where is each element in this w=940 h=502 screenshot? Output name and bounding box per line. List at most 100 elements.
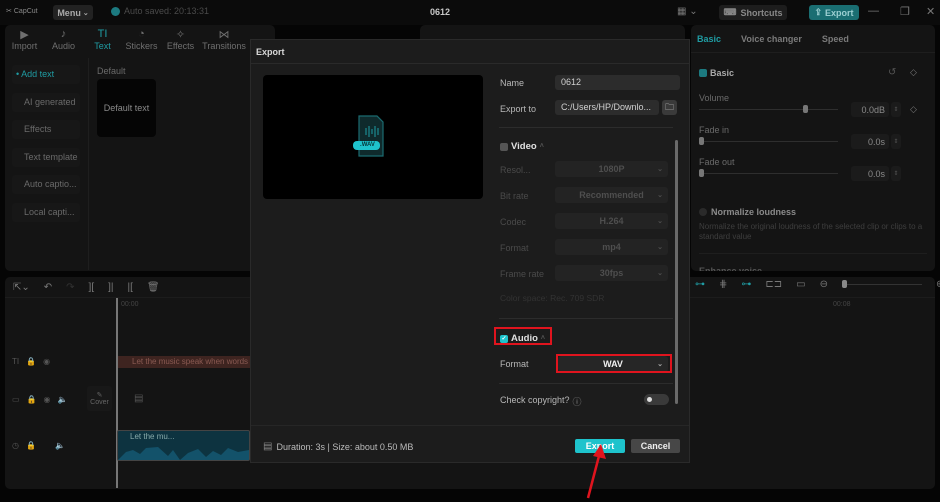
fade-out-slider-track[interactable] [699, 173, 838, 174]
split-right-icon[interactable]: |[ [128, 282, 133, 293]
check-circle-icon [111, 6, 120, 16]
upload-icon: ⇪ [814, 7, 823, 17]
checkbox-checked-icon [699, 69, 707, 77]
tab-audio[interactable]: ♪ Audio [44, 25, 83, 58]
linkage-icon[interactable]: ⊶ [741, 279, 751, 290]
minimize-icon[interactable]: — [868, 5, 879, 17]
fade-in-slider-knob[interactable] [699, 137, 704, 145]
help-icon[interactable]: ⓘ [573, 395, 582, 408]
fade-in-slider-track[interactable] [699, 141, 838, 142]
shortcuts-button[interactable]: ⌨ Shortcuts [719, 5, 787, 20]
video-section-toggle[interactable]: Video ˄ [500, 141, 544, 152]
menu-button[interactable]: Menu ⌄ [53, 5, 93, 20]
zoom-slider-knob[interactable] [842, 280, 847, 288]
codec-select[interactable]: H.264 ⌄ [555, 213, 668, 229]
volume-value[interactable]: 0.0dB [851, 102, 889, 117]
sidebar-item-local-captions[interactable]: Local capti... [12, 202, 80, 222]
mute-icon[interactable]: 🔈 [55, 441, 65, 450]
dialog-divider [499, 383, 673, 384]
tab-text[interactable]: TI Text [83, 25, 122, 58]
volume-label: Volume [699, 93, 730, 103]
link-clips-icon[interactable]: ⊶ [695, 279, 705, 290]
enhance-voice-label[interactable]: Enhance voice [699, 266, 762, 271]
title-bar: ✂ CapCut Menu ⌄ Auto saved: 20:13:31 0612 … [0, 0, 940, 25]
tab-speed[interactable]: Speed [822, 34, 849, 44]
restore-icon[interactable]: ❐ [900, 5, 910, 18]
export-path-input[interactable]: C:/Users/HP/Downlo... [555, 100, 659, 115]
normalize-loudness-toggle[interactable]: Normalize loudness [699, 207, 796, 217]
text-clip[interactable]: Let the music speak when words [118, 356, 250, 368]
eye-icon[interactable]: ◉ [44, 395, 51, 404]
bitrate-select[interactable]: Recommended ⌄ [555, 187, 668, 203]
delete-icon[interactable]: 🗑 [147, 282, 160, 293]
sidebar-item-ai-generated[interactable]: AI generated [12, 92, 80, 112]
cancel-button[interactable]: Cancel [631, 439, 680, 453]
fade-in-stepper[interactable]: ⇕ [891, 134, 901, 149]
zoom-in-icon[interactable]: ⊕ [936, 279, 940, 290]
checkbox-unchecked-icon [699, 208, 707, 216]
sidebar-item-effects[interactable]: Effects [12, 120, 80, 139]
tab-stickers[interactable]: ◔ Stickers [122, 25, 161, 58]
volume-keyframe-icon[interactable]: ◇ [910, 104, 917, 115]
sidebar-item-auto-captions[interactable]: Auto captio... [12, 175, 80, 194]
fade-out-stepper[interactable]: ⇕ [891, 166, 901, 181]
lock-icon[interactable]: 🔒 [26, 357, 36, 366]
preview-axis-icon[interactable]: ▭ [796, 279, 805, 290]
tab-import[interactable]: ▶ Import [5, 25, 44, 58]
lock-icon[interactable]: 🔒 [26, 441, 36, 450]
dialog-scrollbar[interactable] [675, 140, 678, 404]
resolution-select[interactable]: 1080P ⌄ [555, 161, 668, 177]
fade-out-slider-knob[interactable] [699, 169, 704, 177]
select-cursor-icon[interactable]: ⇱⌄ [13, 282, 30, 293]
volume-stepper[interactable]: ⇕ [891, 102, 901, 117]
cover-button[interactable]: ✎ Cover [87, 386, 112, 411]
fade-in-label: Fade in [699, 125, 730, 135]
zoom-slider[interactable] [842, 280, 922, 288]
split-left-icon[interactable]: ]| [108, 282, 113, 293]
copyright-toggle[interactable] [644, 394, 669, 405]
text-sidebar: • Add text AI generated Effects Text tem… [12, 65, 80, 230]
close-icon[interactable]: ✕ [926, 5, 935, 18]
snap-icon[interactable]: ⋕ [719, 279, 727, 290]
lock-icon[interactable]: 🔒 [27, 395, 37, 404]
tab-voice-changer[interactable]: Voice changer [741, 34, 802, 44]
dialog-title: Export [251, 40, 689, 64]
volume-slider-track[interactable] [699, 109, 838, 110]
reset-icon[interactable]: ↺ [888, 67, 896, 78]
section-divider [699, 253, 927, 254]
audio-track-controls: ◷ 🔒 🔈 [12, 441, 65, 450]
name-input[interactable]: 0612 [555, 75, 680, 90]
export-top-button[interactable]: ⇪ Export [809, 5, 859, 20]
tab-basic[interactable]: Basic [697, 34, 721, 44]
redo-icon[interactable]: ↷ [66, 282, 74, 293]
fade-out-value[interactable]: 0.0s [851, 166, 889, 181]
video-checkbox[interactable] [500, 142, 508, 151]
export-dialog: Export .WAV Name 0612 Export to C:/Users… [250, 39, 690, 463]
fade-in-value[interactable]: 0.0s [851, 134, 889, 149]
export-to-label: Export to [500, 104, 537, 114]
keyframe-icon[interactable]: ◇ [910, 67, 917, 78]
eye-icon[interactable]: ◉ [43, 357, 50, 366]
sidebar-item-text-template[interactable]: Text template [12, 147, 80, 167]
audio-clip[interactable]: Let the mu... [117, 430, 250, 461]
name-label: Name [500, 78, 525, 88]
film-icon: ▤ [134, 393, 144, 404]
undo-icon[interactable]: ↶ [44, 282, 52, 293]
video-format-select[interactable]: mp4 ⌄ [555, 239, 668, 255]
split-icon[interactable]: ][ [89, 282, 95, 293]
default-text-card[interactable]: Default text [97, 79, 156, 137]
basic-section-header[interactable]: Basic [699, 68, 734, 78]
sidebar-item-add-text[interactable]: • Add text [12, 65, 80, 84]
tab-transitions[interactable]: ⋈ Transitions [200, 25, 248, 58]
volume-slider-knob[interactable] [803, 105, 809, 113]
mute-icon[interactable]: 🔈 [58, 395, 68, 404]
framerate-select[interactable]: 30fps ⌄ [555, 265, 668, 281]
chevron-down-icon: ⌄ [657, 218, 663, 225]
split-preview-icon[interactable]: ⊏⊐ [765, 279, 782, 290]
layout-icon[interactable]: ▦ ⌄ [677, 6, 698, 17]
folder-browse-button[interactable]: 🗀 [662, 100, 677, 115]
autosave-status: Auto saved: 20:13:31 [111, 6, 209, 16]
tab-effects[interactable]: ✧ Effects [161, 25, 200, 58]
zoom-out-icon[interactable]: ⊖ [820, 279, 828, 290]
audio-icon: ♪ [60, 28, 67, 40]
